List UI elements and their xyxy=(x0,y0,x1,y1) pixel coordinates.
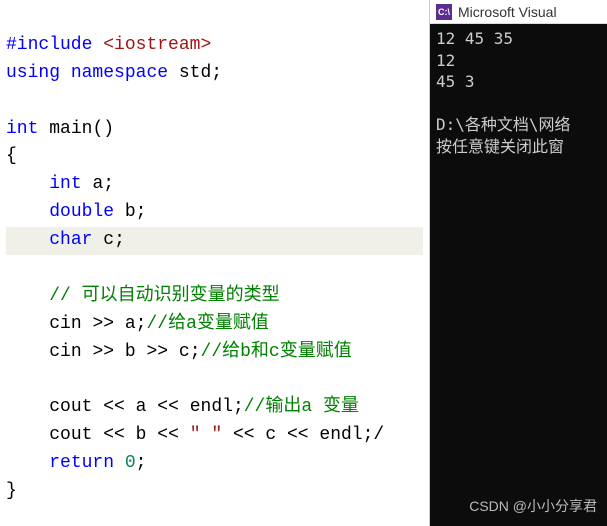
cin-1: cin xyxy=(49,314,81,334)
comment-cout-a: //输出a 变量 xyxy=(244,397,359,417)
kw-return: return xyxy=(49,453,114,473)
fn-main: main xyxy=(49,119,92,139)
paren-empty: () xyxy=(92,119,114,139)
brace-open: { xyxy=(6,146,17,166)
console-line-2: 12 xyxy=(436,51,455,70)
console-prompt: 按任意键关闭此窗 xyxy=(436,137,564,156)
cin-2: cin xyxy=(49,342,81,362)
cout-1: cout xyxy=(49,397,92,417)
type-int: int xyxy=(6,119,38,139)
kw-using: using xyxy=(6,63,60,83)
comment-types: // 可以自动识别变量的类型 xyxy=(49,286,279,306)
ns-std: std xyxy=(179,63,211,83)
type-char: char xyxy=(49,230,92,250)
console-title-bar[interactable]: C:\ Microsoft Visual xyxy=(430,0,607,24)
console-window: C:\ Microsoft Visual 12 45 35 12 45 3 D:… xyxy=(430,0,607,526)
brace-close: } xyxy=(6,481,17,501)
type-int-a: int xyxy=(49,174,81,194)
cout-2: cout xyxy=(49,425,92,445)
kw-namespace: namespace xyxy=(71,63,168,83)
return-zero: 0 xyxy=(125,453,136,473)
include-lib: <iostream> xyxy=(103,35,211,55)
console-line-1: 12 45 35 xyxy=(436,29,513,48)
var-c: c xyxy=(103,230,114,250)
preproc-include: #include xyxy=(6,35,92,55)
comment-cin-bc: //给b和c变量赋值 xyxy=(201,342,352,362)
type-double: double xyxy=(49,202,114,222)
code-editor[interactable]: #include <iostream> using namespace std;… xyxy=(0,0,430,526)
console-line-3: 45 3 xyxy=(436,72,475,91)
semicolon: ; xyxy=(211,63,222,83)
console-title: Microsoft Visual xyxy=(458,4,557,20)
var-a: a xyxy=(92,174,103,194)
var-b: b xyxy=(125,202,136,222)
cout2-trail: ;/ xyxy=(363,425,385,445)
comment-cin-a: //给a变量赋值 xyxy=(146,314,268,334)
console-path: D:\各种文档\网络 xyxy=(436,115,571,134)
string-space: " " xyxy=(190,425,222,445)
vs-icon: C:\ xyxy=(436,4,452,20)
console-output[interactable]: 12 45 35 12 45 3 D:\各种文档\网络 按任意键关闭此窗 xyxy=(430,24,607,526)
